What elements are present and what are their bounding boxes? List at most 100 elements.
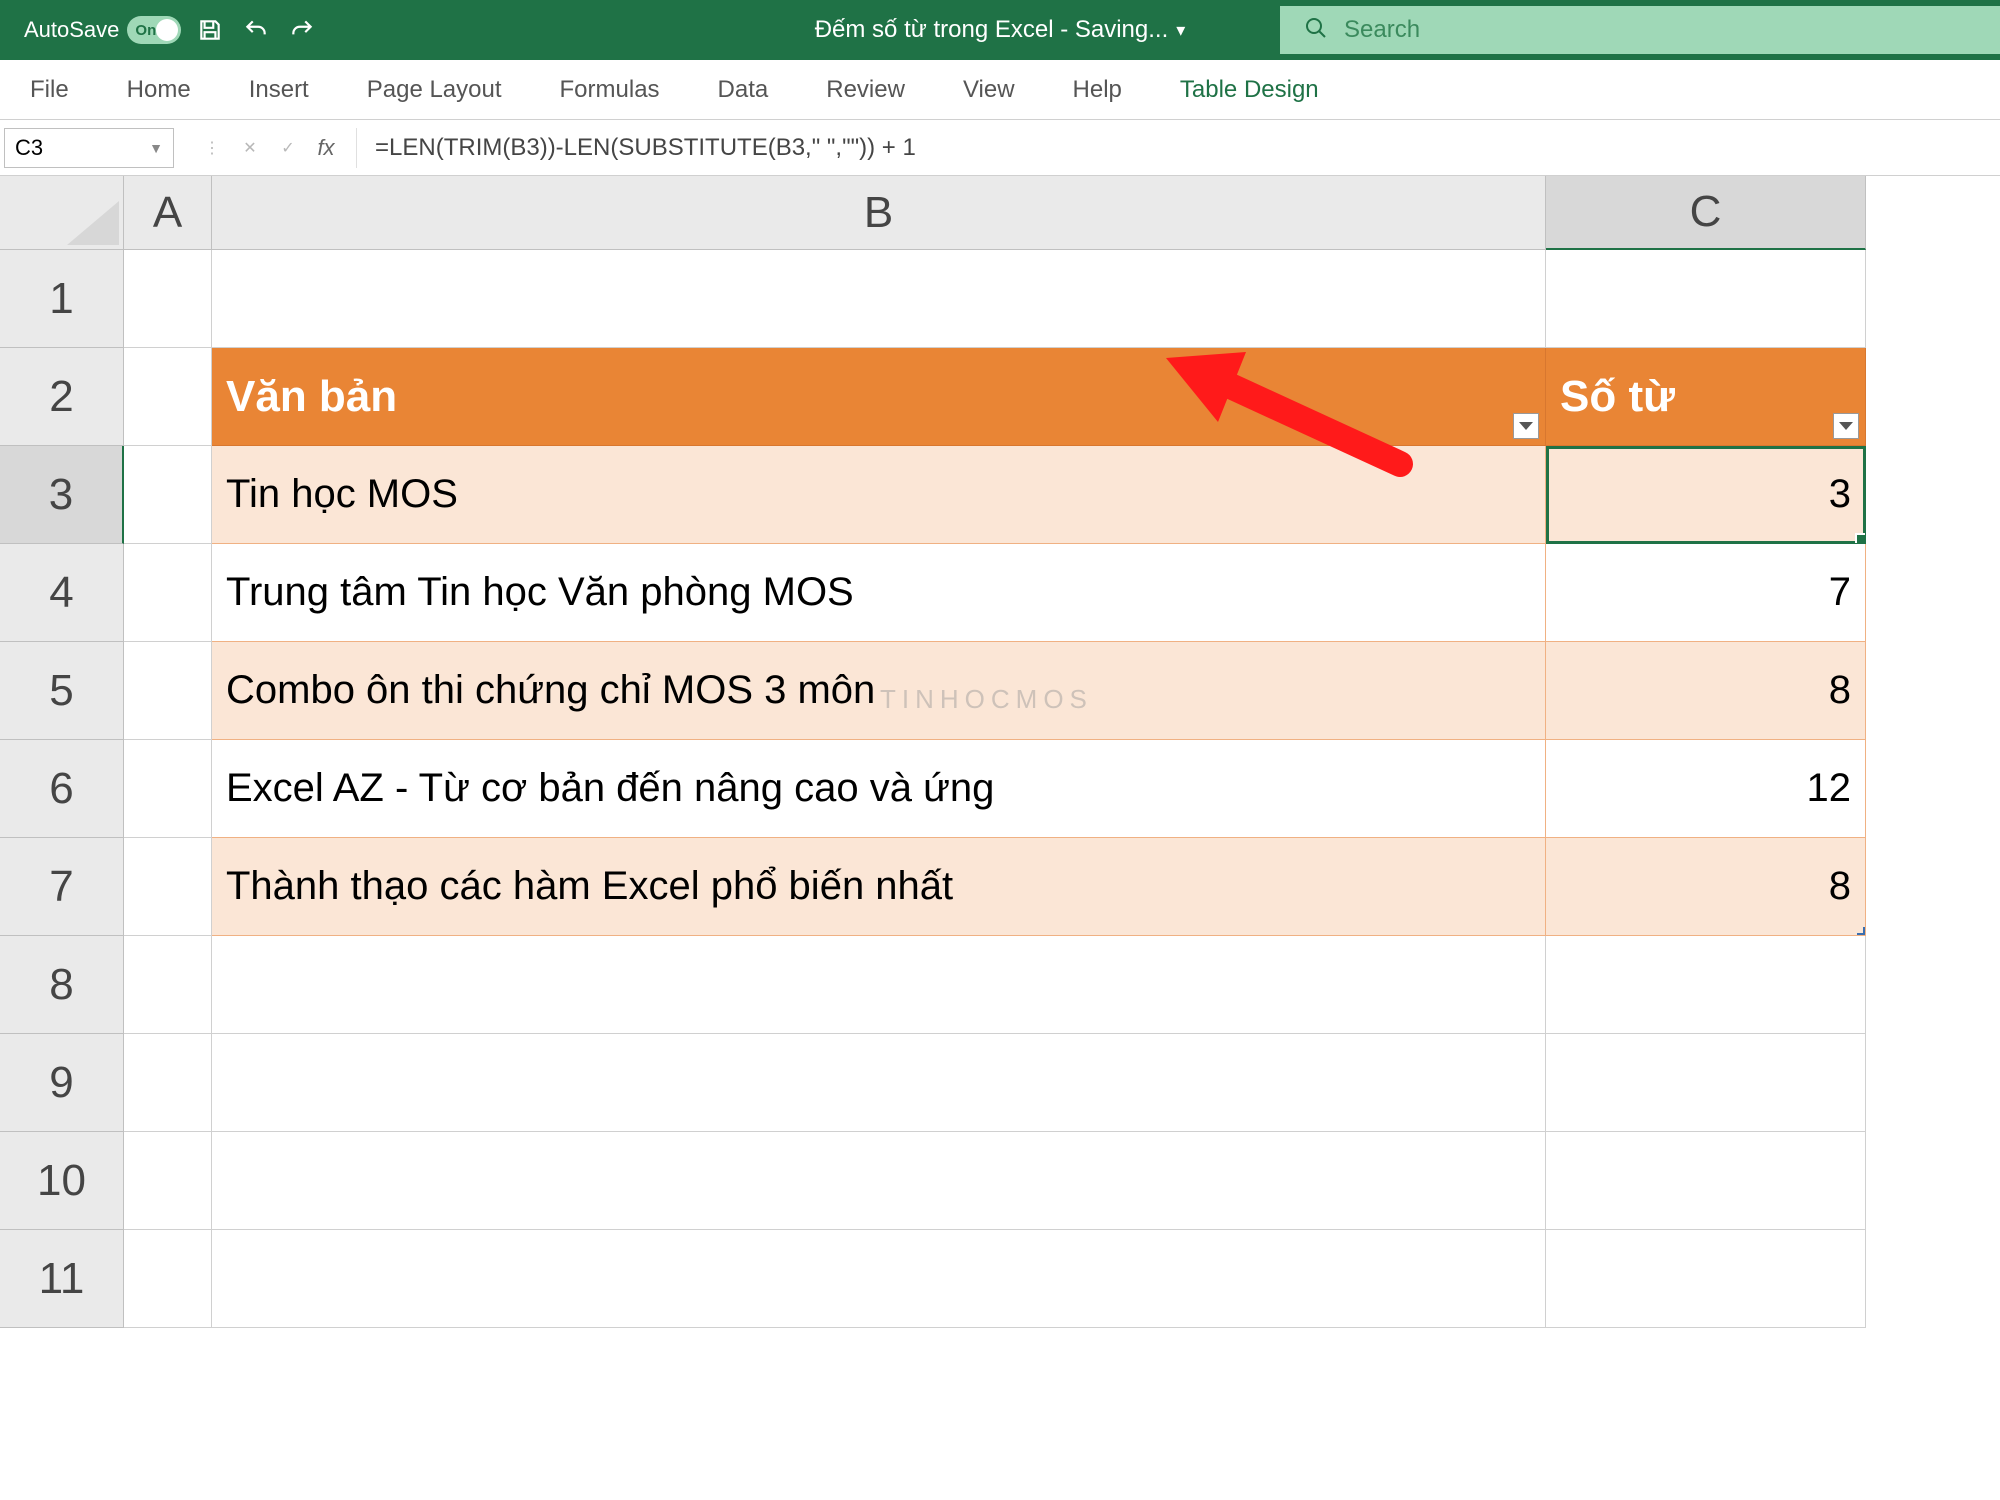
quick-access-toolbar: AutoSave On	[0, 13, 319, 47]
autosave-switch[interactable]: On	[127, 16, 181, 44]
cell-c10[interactable]	[1546, 1132, 1866, 1230]
table-header-vanban-label: Văn bản	[226, 372, 397, 422]
cell-b5[interactable]: Combo ôn thi chứng chỉ MOS 3 môn	[212, 642, 1546, 740]
column-header-c[interactable]: C	[1546, 176, 1866, 250]
row-header-11[interactable]: 11	[0, 1230, 124, 1328]
cell-c4[interactable]: 7	[1546, 544, 1866, 642]
cell-a5[interactable]	[124, 642, 212, 740]
document-title[interactable]: Đếm số từ trong Excel - Saving... ▾	[815, 16, 1186, 44]
tab-table-design[interactable]: Table Design	[1160, 68, 1339, 112]
table-header-sotu[interactable]: Số từ	[1546, 348, 1866, 446]
cell-c8[interactable]	[1546, 936, 1866, 1034]
row-header-6[interactable]: 6	[0, 740, 124, 838]
cell-a2[interactable]	[124, 348, 212, 446]
name-box[interactable]: C3 ▼	[4, 128, 174, 168]
cell-a3[interactable]	[124, 446, 212, 544]
toggle-state-label: On	[135, 22, 156, 39]
cell-c6[interactable]: 12	[1546, 740, 1866, 838]
row-8: 8	[0, 936, 1866, 1034]
tab-file[interactable]: File	[10, 68, 89, 112]
formula-input[interactable]: =LEN(TRIM(B3))-LEN(SUBSTITUTE(B3," ","")…	[357, 134, 2000, 162]
rows: 1 2 Văn bản Số từ 3	[0, 250, 1866, 1328]
cell-c3[interactable]: 3	[1546, 446, 1866, 544]
cell-a4[interactable]	[124, 544, 212, 642]
tab-help[interactable]: Help	[1053, 68, 1142, 112]
cell-a6[interactable]	[124, 740, 212, 838]
cell-a9[interactable]	[124, 1034, 212, 1132]
row-header-5[interactable]: 5	[0, 642, 124, 740]
search-input[interactable]	[1344, 16, 1976, 44]
tab-home[interactable]: Home	[107, 68, 211, 112]
row-header-3[interactable]: 3	[0, 446, 124, 544]
filter-dropdown-icon[interactable]	[1513, 413, 1539, 439]
row-header-4[interactable]: 4	[0, 544, 124, 642]
cell-a7[interactable]	[124, 838, 212, 936]
search-box[interactable]	[1280, 6, 2000, 54]
autosave-label: AutoSave	[24, 17, 119, 43]
cell-a11[interactable]	[124, 1230, 212, 1328]
cell-c9[interactable]	[1546, 1034, 1866, 1132]
cell-b9[interactable]	[212, 1034, 1546, 1132]
autosave-toggle[interactable]: AutoSave On	[24, 16, 181, 44]
cell-c5[interactable]: 8	[1546, 642, 1866, 740]
cell-grid: A B C 1 2 Văn bản Số từ	[0, 176, 1866, 1328]
row-5: 5 Combo ôn thi chứng chỉ MOS 3 môn 8	[0, 642, 1866, 740]
cell-b3[interactable]: Tin học MOS	[212, 446, 1546, 544]
tab-data[interactable]: Data	[698, 68, 789, 112]
cell-c7[interactable]: 8	[1546, 838, 1866, 936]
enter-icon[interactable]: ✓	[274, 134, 302, 162]
tab-page-layout[interactable]: Page Layout	[347, 68, 522, 112]
row-4: 4 Trung tâm Tin học Văn phòng MOS 7	[0, 544, 1866, 642]
column-header-a[interactable]: A	[124, 176, 212, 250]
cell-b8[interactable]	[212, 936, 1546, 1034]
document-title-text: Đếm số từ trong Excel - Saving...	[815, 16, 1169, 44]
row-header-8[interactable]: 8	[0, 936, 124, 1034]
redo-icon[interactable]	[285, 13, 319, 47]
cell-a8[interactable]	[124, 936, 212, 1034]
cell-b7[interactable]: Thành thạo các hàm Excel phổ biến nhất	[212, 838, 1546, 936]
worksheet-area[interactable]: TINHOCMOS A B C 1 2	[0, 176, 2000, 1500]
cell-a1[interactable]	[124, 250, 212, 348]
vertical-dots-icon: ⋮	[198, 134, 226, 162]
tab-formulas[interactable]: Formulas	[540, 68, 680, 112]
save-icon[interactable]	[193, 13, 227, 47]
cell-a10[interactable]	[124, 1132, 212, 1230]
filter-dropdown-icon[interactable]	[1833, 413, 1859, 439]
tab-review[interactable]: Review	[806, 68, 925, 112]
row-9: 9	[0, 1034, 1866, 1132]
tab-view[interactable]: View	[943, 68, 1035, 112]
column-headers: A B C	[0, 176, 1866, 250]
row-header-10[interactable]: 10	[0, 1132, 124, 1230]
search-icon	[1304, 16, 1328, 45]
cell-b6[interactable]: Excel AZ - Từ cơ bản đến nâng cao và ứng	[212, 740, 1546, 838]
chevron-down-icon[interactable]: ▼	[149, 140, 163, 156]
table-resize-handle-icon[interactable]	[1857, 927, 1866, 936]
cell-b1[interactable]	[212, 250, 1546, 348]
table-header-sotu-label: Số từ	[1560, 372, 1675, 422]
fx-icon[interactable]: fx	[312, 134, 340, 162]
cell-c11[interactable]	[1546, 1230, 1866, 1328]
title-bar: AutoSave On Đếm số từ trong Excel - Savi…	[0, 0, 2000, 60]
cell-c1[interactable]	[1546, 250, 1866, 348]
row-10: 10	[0, 1132, 1866, 1230]
formula-bar-buttons: ⋮ ✕ ✓ fx	[182, 128, 357, 168]
row-3: 3 Tin học MOS 3	[0, 446, 1866, 544]
cell-b11[interactable]	[212, 1230, 1546, 1328]
cancel-icon[interactable]: ✕	[236, 134, 264, 162]
tab-insert[interactable]: Insert	[229, 68, 329, 112]
chevron-down-icon: ▾	[1176, 20, 1185, 41]
row-header-7[interactable]: 7	[0, 838, 124, 936]
row-header-9[interactable]: 9	[0, 1034, 124, 1132]
select-all-corner[interactable]	[0, 176, 124, 250]
row-6: 6 Excel AZ - Từ cơ bản đến nâng cao và ứ…	[0, 740, 1866, 838]
table-header-vanban[interactable]: Văn bản	[212, 348, 1546, 446]
row-header-2[interactable]: 2	[0, 348, 124, 446]
cell-b4[interactable]: Trung tâm Tin học Văn phòng MOS	[212, 544, 1546, 642]
column-header-b[interactable]: B	[212, 176, 1546, 250]
cell-b10[interactable]	[212, 1132, 1546, 1230]
row-11: 11	[0, 1230, 1866, 1328]
row-7: 7 Thành thạo các hàm Excel phổ biến nhất…	[0, 838, 1866, 936]
row-header-1[interactable]: 1	[0, 250, 124, 348]
ribbon-tabs: File Home Insert Page Layout Formulas Da…	[0, 60, 2000, 120]
undo-icon[interactable]	[239, 13, 273, 47]
